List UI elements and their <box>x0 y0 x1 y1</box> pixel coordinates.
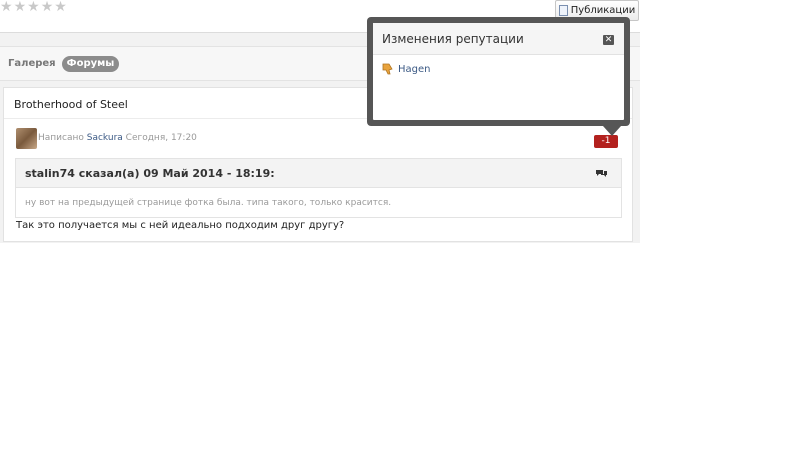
quote-text: ну вот на предыдущей странице фотка была… <box>25 198 392 208</box>
speech-bubbles-icon[interactable] <box>596 169 607 177</box>
star-icon[interactable]: ★ <box>14 0 27 14</box>
quote-header: stalin74 сказал(а) 09 Май 2014 - 18:19: <box>16 159 621 188</box>
reputation-popup: Изменения репутации ✕ Hagen <box>367 17 630 136</box>
reputation-user-link[interactable]: Hagen <box>398 64 431 75</box>
publications-label: Публикации <box>570 5 636 16</box>
popup-content: Изменения репутации ✕ Hagen <box>373 23 624 120</box>
popup-title: Изменения репутации <box>382 32 524 46</box>
star-icon[interactable]: ★ <box>0 0 13 14</box>
tab-gallery[interactable]: Галерея <box>8 56 56 72</box>
tab-forums[interactable]: Форумы <box>62 56 119 72</box>
reputation-entry: Hagen <box>382 63 431 75</box>
author-link[interactable]: Sackura <box>87 133 123 143</box>
document-icon <box>558 5 568 16</box>
close-icon[interactable]: ✕ <box>603 35 614 45</box>
thumbs-down-icon <box>382 63 393 75</box>
rating-stars[interactable]: ★ ★ ★ ★ ★ <box>0 0 67 14</box>
quote-citation: stalin74 сказал(а) 09 Май 2014 - 18:19: <box>25 167 275 180</box>
reputation-badge[interactable]: -1 <box>594 135 618 148</box>
post-author-line: Написано Sackura Сегодня, 17:20 <box>38 133 197 143</box>
post-time: Сегодня, 17:20 <box>125 133 197 143</box>
star-icon[interactable]: ★ <box>27 0 40 14</box>
popup-header: Изменения репутации ✕ <box>373 23 624 55</box>
topic-title: Brotherhood of Steel <box>14 98 128 111</box>
star-icon[interactable]: ★ <box>54 0 67 14</box>
popup-arrow <box>603 126 621 136</box>
quote-block: stalin74 сказал(а) 09 Май 2014 - 18:19: … <box>15 158 622 218</box>
post-body: Так это получается мы с ней идеально под… <box>16 220 345 231</box>
written-by-label: Написано <box>38 133 84 143</box>
avatar[interactable] <box>16 128 37 149</box>
star-icon[interactable]: ★ <box>41 0 54 14</box>
